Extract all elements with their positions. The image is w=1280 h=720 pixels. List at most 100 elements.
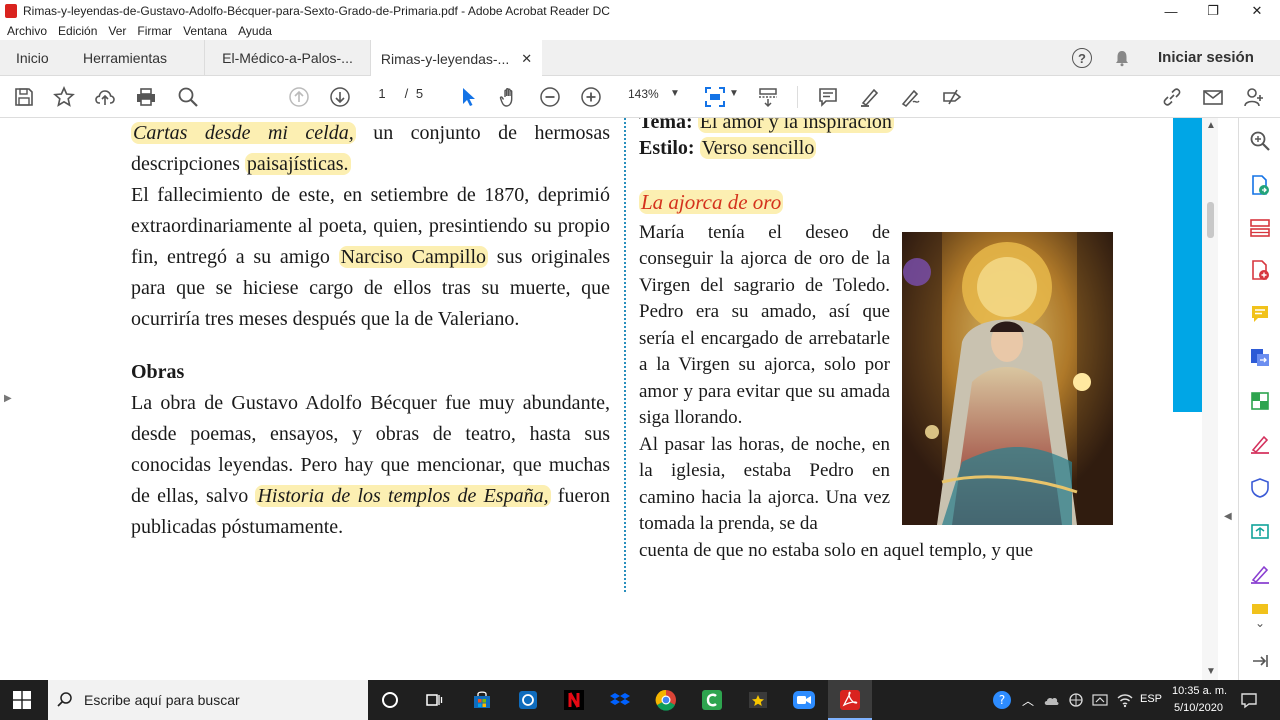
tab-inicio[interactable]: Inicio (16, 40, 49, 76)
zoom-app-icon[interactable] (790, 686, 818, 714)
menu-ventana[interactable]: Ventana (183, 24, 227, 38)
acrobat-taskbar-active[interactable] (828, 680, 872, 720)
fit-page-icon[interactable] (703, 85, 727, 109)
scroll-mode-icon[interactable] (756, 85, 780, 109)
pane-search-icon[interactable] (1249, 130, 1271, 152)
window-title: Rimas-y-leyendas-de-Gustavo-Adolfo-Bécqu… (23, 4, 610, 18)
save-icon[interactable] (12, 85, 36, 109)
restore-button[interactable]: ❐ (1190, 0, 1236, 22)
organize-pages-icon[interactable] (1249, 217, 1271, 239)
edit-signature-icon[interactable] (1249, 563, 1271, 585)
scrollbar-thumb[interactable] (1207, 202, 1214, 238)
menu-firmar[interactable]: Firmar (137, 24, 172, 38)
hand-tool-icon[interactable] (497, 85, 521, 109)
comment-icon[interactable] (816, 85, 840, 109)
cortana-icon[interactable] (376, 686, 404, 714)
collapse-pane-icon[interactable] (1249, 650, 1271, 672)
tab-document-rimas[interactable]: Rimas-y-leyendas-... ✕ (370, 40, 542, 77)
pane-comment-icon[interactable] (1249, 303, 1271, 325)
tray-wifi-icon[interactable] (1116, 692, 1134, 713)
close-window-button[interactable]: ✕ (1234, 0, 1280, 22)
combine-files-icon[interactable] (1249, 346, 1271, 368)
export-pdf-icon[interactable] (1249, 174, 1271, 196)
zoom-level-select[interactable]: 143% (628, 87, 659, 101)
menu-archivo[interactable]: Archivo (7, 24, 47, 38)
next-page-icon[interactable] (328, 85, 352, 109)
acrobat-window: Rimas-y-leyendas-de-Gustavo-Adolfo-Bécqu… (0, 0, 1280, 720)
help-tray-icon[interactable]: ? (992, 690, 1012, 715)
windows-start-icon[interactable] (8, 686, 36, 714)
page-indicator[interactable]: 1 / 5 (369, 86, 423, 101)
email-icon[interactable] (1201, 85, 1225, 109)
zoom-in-icon[interactable] (579, 85, 603, 109)
virgin-statue-image (902, 232, 1113, 525)
menu-ver[interactable]: Ver (108, 24, 126, 38)
tab-document-medico-label: El-Médico-a-Palos-... (222, 50, 353, 66)
scroll-down-arrow-icon[interactable]: ▼ (1206, 666, 1216, 677)
bookmark-star-icon[interactable] (52, 85, 76, 109)
send-for-review-icon[interactable] (1249, 520, 1271, 542)
tray-input-icon[interactable] (1092, 692, 1108, 713)
netflix-icon[interactable] (560, 686, 588, 714)
sign-icon[interactable] (940, 85, 964, 109)
taskbar-search[interactable]: Escribe aquí para buscar (48, 680, 368, 720)
zoom-dropdown-caret-icon[interactable]: ▼ (670, 88, 680, 99)
share-link-icon[interactable] (1160, 85, 1184, 109)
paragraph-obras: La obra de Gustavo Adolfo Bécquer fue mu… (131, 388, 610, 543)
edge-legacy-icon[interactable] (514, 686, 542, 714)
tray-language[interactable]: ESP (1140, 693, 1162, 705)
dropbox-icon[interactable] (606, 686, 634, 714)
document-viewer[interactable]: ▶ Cartas desde mi celda, un conjunto de … (0, 118, 1238, 680)
windows-taskbar: Escribe aquí para buscar ? ︿ ESP 10:35 a… (0, 680, 1280, 720)
page-current-input[interactable]: 1 (369, 86, 395, 101)
create-pdf-icon[interactable] (1249, 259, 1271, 281)
menu-edicion[interactable]: Edición (58, 24, 97, 38)
highlight-historia: Historia de los templos de España, (255, 485, 551, 507)
tab-document-medico[interactable]: El-Médico-a-Palos-... (204, 40, 370, 76)
taskbar-search-placeholder: Escribe aquí para buscar (84, 692, 240, 708)
more-tools-icon[interactable] (1249, 602, 1271, 614)
paragraph-cuenta: cuenta de que no estaba solo en aquel te… (639, 539, 1034, 561)
tray-cloud-icon[interactable] (1043, 693, 1059, 712)
toolbar-separator (797, 86, 798, 108)
highlight-pen-icon[interactable] (857, 85, 881, 109)
compress-pdf-icon[interactable] (1249, 390, 1271, 412)
close-tab-icon[interactable]: ✕ (521, 51, 532, 67)
tab-herramientas[interactable]: Herramientas (83, 40, 167, 76)
action-center-icon[interactable] (1240, 691, 1258, 714)
task-view-icon[interactable] (420, 686, 448, 714)
tray-chevron-icon[interactable]: ︿ (1022, 692, 1034, 709)
movie-maker-icon[interactable] (744, 686, 772, 714)
left-pane-toggle-icon[interactable]: ▶ (4, 393, 12, 404)
tray-date[interactable]: 5/10/2020 (1174, 702, 1223, 714)
print-icon[interactable] (134, 85, 158, 109)
right-pane-toggle-icon[interactable]: ◀ (1224, 511, 1232, 522)
previous-page-icon[interactable] (287, 85, 311, 109)
notifications-bell-icon[interactable] (1113, 49, 1131, 72)
scroll-region-accent (1173, 118, 1202, 412)
column-divider (624, 118, 626, 592)
minimize-button[interactable]: — (1148, 0, 1194, 22)
protect-shield-icon[interactable] (1249, 477, 1271, 499)
highlight-cartas: Cartas desde mi celda, (131, 122, 356, 144)
zoom-out-icon[interactable] (538, 85, 562, 109)
help-icon[interactable]: ? (1072, 48, 1092, 68)
scroll-up-arrow-icon[interactable]: ▲ (1206, 120, 1216, 131)
tray-network-share-icon[interactable] (1068, 692, 1084, 713)
add-person-icon[interactable] (1242, 85, 1266, 109)
tray-time[interactable]: 10:35 a. m. (1172, 685, 1227, 697)
upload-cloud-icon[interactable] (93, 85, 117, 109)
camtasia-icon[interactable] (698, 686, 726, 714)
fill-sign-icon[interactable] (1249, 433, 1271, 455)
tools-expand-chevron-icon[interactable]: ⌄ (1249, 616, 1271, 638)
chrome-icon[interactable] (652, 686, 680, 714)
search-zoom-icon[interactable] (176, 85, 200, 109)
subtitle-ajorca: La ajorca de oro (639, 190, 784, 214)
store-icon[interactable] (468, 686, 496, 714)
tema-line: Tema: El amor y la inspiración (639, 118, 1117, 135)
signin-link[interactable]: Iniciar sesión (1158, 49, 1254, 66)
draw-pen-icon[interactable] (898, 85, 922, 109)
menu-ayuda[interactable]: Ayuda (238, 24, 272, 38)
fit-dropdown-caret-icon[interactable]: ▼ (729, 88, 739, 99)
select-cursor-icon[interactable] (456, 85, 480, 109)
